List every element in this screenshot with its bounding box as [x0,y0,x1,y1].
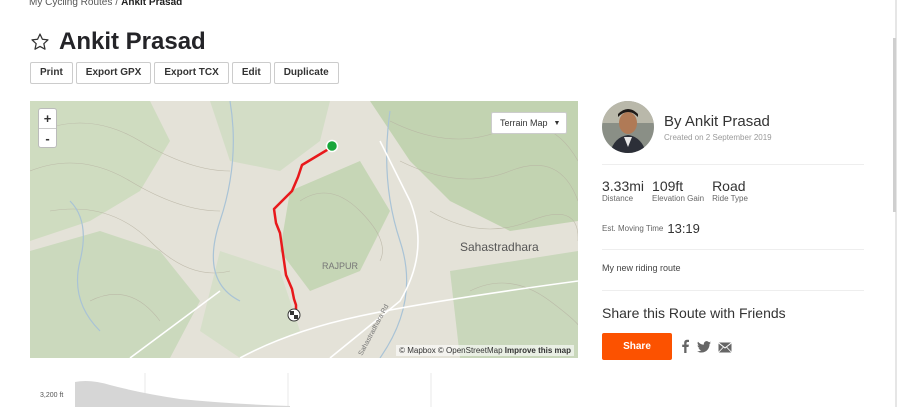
divider [602,164,864,165]
improve-map-link[interactable]: Improve this map [505,346,571,355]
route-actions: Print Export GPX Export TCX Edit Duplica… [30,62,342,84]
breadcrumb-separator: / [115,0,119,8]
created-date: Created on 2 September 2019 [664,132,772,142]
email-icon[interactable] [718,340,732,358]
star-icon[interactable] [30,32,50,52]
route-finish-marker [287,308,301,322]
author-profile: By Ankit Prasad Created on 2 September 2… [602,101,772,153]
breadcrumb: My Cycling Routes / Ankit Prasad [29,0,182,8]
map-style-dropdown[interactable]: Terrain Map ▼ [491,112,567,134]
stat-elevation-label: Elevation Gain [652,194,705,203]
title-row: Ankit Prasad [30,28,206,56]
twitter-icon[interactable] [697,340,711,358]
breadcrumb-current: Ankit Prasad [121,0,183,8]
avatar-image [602,101,654,153]
breadcrumb-parent-link[interactable]: My Cycling Routes [29,0,112,8]
stat-ride-type-label: Ride Type [712,194,748,203]
stat-ride-type-value: Road [712,178,746,194]
share-heading: Share this Route with Friends [602,305,786,321]
moving-time-label: Est. Moving Time [602,224,664,233]
avatar[interactable] [602,101,654,153]
export-tcx-button[interactable]: Export TCX [154,62,229,84]
map-attribution: © Mapbox © OpenStreetMap Improve this ma… [396,345,574,356]
mapbox-attribution-link[interactable]: © Mapbox [399,346,436,355]
map-label-rajpur: RAJPUR [322,261,359,271]
author-name[interactable]: By Ankit Prasad [664,113,772,130]
moving-time-value: 13:19 [667,221,700,236]
page-title: Ankit Prasad [59,28,206,55]
page-scroll-indicator [893,38,896,212]
social-links [680,339,739,358]
terrain-map-image: Sahastradhara RAJPUR Sahastradhara Rd [30,101,578,358]
osm-attribution-link[interactable]: © OpenStreetMap [438,346,503,355]
divider [602,249,864,250]
stat-elevation-value: 109ft [652,178,684,194]
route-stats: 3.33mi Distance 109ft Elevation Gain Roa… [602,178,756,203]
stat-ride-type: Road Ride Type [712,178,748,203]
print-button[interactable]: Print [30,62,73,84]
moving-time: Est. Moving Time 13:19 [602,221,700,236]
stat-distance-label: Distance [602,194,634,203]
route-description: My new riding route [602,263,681,273]
elevation-chart[interactable] [30,373,550,407]
stat-distance-value: 3.33mi [602,178,645,194]
stat-distance: 3.33mi Distance [602,178,644,203]
edit-button[interactable]: Edit [231,62,271,84]
export-gpx-button[interactable]: Export GPX [75,62,152,84]
map-zoom-control: + - [38,108,57,148]
map-style-label: Terrain Map [500,118,548,128]
elevation-y-label: 3,200 ft [40,392,64,399]
stat-elevation: 109ft Elevation Gain [652,178,704,203]
divider [602,290,864,291]
route-map[interactable]: Sahastradhara RAJPUR Sahastradhara Rd + … [30,101,578,358]
zoom-in-button[interactable]: + [39,109,56,128]
route-start-marker [325,139,339,153]
map-label-sahastradhara: Sahastradhara [460,240,539,254]
facebook-icon[interactable] [680,339,690,358]
share-button[interactable]: Share [602,333,672,360]
caret-down-icon: ▼ [553,119,561,127]
duplicate-button[interactable]: Duplicate [273,62,339,84]
zoom-out-button[interactable]: - [39,128,56,147]
